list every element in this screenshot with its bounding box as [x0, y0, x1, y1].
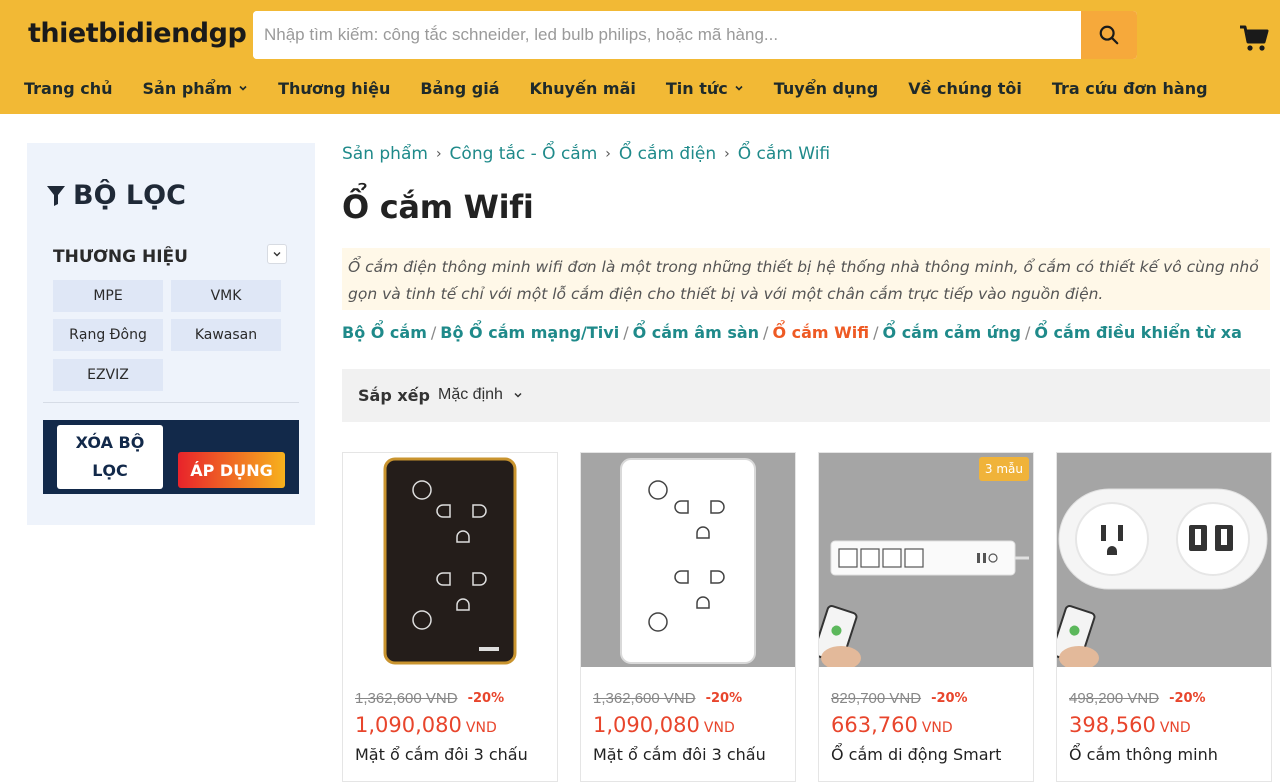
product-image[interactable] [343, 453, 557, 667]
search-icon [1099, 25, 1119, 45]
category-description: Ổ cắm điện thông minh wifi đơn là một tr… [342, 248, 1270, 310]
sort-bar: Sắp xếp Mặc định [342, 369, 1270, 422]
nav-item-about[interactable]: Về chúng tôi [908, 79, 1022, 98]
brand-chip-vmk[interactable]: VMK [171, 280, 281, 312]
price-row: 498,200 VND -20% [1069, 690, 1206, 707]
old-price: 1,362,600 VND [593, 690, 696, 707]
product-image[interactable] [1057, 453, 1271, 667]
product-name[interactable]: Mặt ổ cắm đôi 3 chấu [593, 745, 766, 764]
cart-icon [1240, 25, 1269, 51]
sub-category-link-active[interactable]: Ổ cắm Wifi [772, 323, 869, 342]
brand-filter-heading: THƯƠNG HIỆU [53, 247, 188, 267]
sub-category-link[interactable]: Ổ cắm điều khiển từ xa [1034, 323, 1242, 342]
chevron-down-icon [514, 392, 522, 398]
filter-sidebar: BỘ LỌC THƯƠNG HIỆU MPE VMK Rạng Đông Kaw… [27, 143, 315, 525]
divider [43, 402, 299, 403]
sub-category-link[interactable]: Ổ cắm âm sàn [633, 323, 759, 342]
nav-item-order-lookup[interactable]: Tra cứu đơn hàng [1052, 79, 1208, 98]
search-input[interactable] [253, 11, 1081, 59]
page-title: Ổ cắm Wifi [342, 188, 534, 226]
nav-item-price-list[interactable]: Bảng giá [420, 79, 499, 98]
brand-chip-mpe[interactable]: MPE [53, 280, 163, 312]
discount-badge: -20% [1169, 691, 1206, 706]
product-card[interactable]: 3 mẫu 829,700 VND -20% 663,760 VND Ổ cắm … [818, 452, 1034, 782]
site-logo[interactable]: thietbidiendgp [28, 18, 247, 49]
nav-item-home[interactable]: Trang chủ [24, 79, 113, 98]
product-name[interactable]: Ổ cắm di động Smart [831, 745, 1001, 764]
sale-price: 1,090,080 VND [593, 713, 735, 737]
product-card[interactable]: 1,362,600 VND -20% 1,090,080 VND Mặt ổ cắ… [580, 452, 796, 782]
nav-item-promotions[interactable]: Khuyến mãi [529, 79, 635, 98]
product-card[interactable]: 1,362,600 VND -20% 1,090,080 VND Mặt ổ cắ… [342, 452, 558, 782]
filter-title: BỘ LỌC [47, 180, 186, 211]
breadcrumb-separator: › [605, 146, 611, 162]
old-price: 829,700 VND [831, 690, 922, 707]
breadcrumb: Sản phẩm › Công tắc - Ổ cắm › Ổ cắm điện… [342, 144, 830, 164]
breadcrumb-separator: › [724, 146, 730, 162]
nav-item-products[interactable]: Sản phẩm [143, 79, 249, 98]
cart-button[interactable] [1238, 22, 1272, 56]
product-image[interactable] [581, 453, 795, 667]
product-card[interactable]: 498,200 VND -20% 398,560 VND Ổ cắm thông … [1056, 452, 1272, 782]
clear-filter-button[interactable]: XÓA BỘ LỌC [57, 425, 163, 489]
sub-category-link[interactable]: Ổ cắm cảm ứng [883, 323, 1021, 342]
chevron-down-icon [239, 85, 247, 91]
product-name[interactable]: Ổ cắm thông minh [1069, 745, 1218, 764]
brand-filter-toggle[interactable] [267, 244, 287, 264]
breadcrumb-item[interactable]: Sản phẩm [342, 144, 428, 164]
sub-category-link[interactable]: Bộ Ổ cắm mạng/Tivi [440, 323, 619, 342]
brand-chip-ezviz[interactable]: EZVIZ [53, 359, 163, 391]
sale-price: 398,560 VND [1069, 713, 1191, 737]
variant-badge: 3 mẫu [978, 457, 1029, 481]
breadcrumb-item[interactable]: Ổ cắm điện [619, 144, 716, 164]
search-bar [253, 11, 1137, 59]
price-row: 829,700 VND -20% [831, 690, 968, 707]
sort-label: Sắp xếp [358, 386, 430, 405]
discount-badge: -20% [931, 691, 968, 706]
breadcrumb-separator: › [435, 146, 442, 162]
sale-price: 1,090,080 VND [355, 713, 497, 737]
sale-price: 663,760 VND [831, 713, 953, 737]
filter-actions: XÓA BỘ LỌC ÁP DỤNG [43, 420, 299, 494]
product-name[interactable]: Mặt ổ cắm đôi 3 chấu [355, 745, 528, 764]
chevron-down-icon [273, 252, 281, 257]
apply-filter-button[interactable]: ÁP DỤNG [178, 452, 285, 488]
price-row: 1,362,600 VND -20% [593, 690, 742, 707]
main-nav: Trang chủ Sản phẩm Thương hiệu Bảng giá … [24, 76, 1238, 100]
breadcrumb-item-current[interactable]: Ổ cắm Wifi [738, 144, 830, 164]
discount-badge: -20% [467, 691, 505, 706]
nav-item-news[interactable]: Tin tức [666, 79, 744, 98]
sub-category-links: Bộ Ổ cắm / Bộ Ổ cắm mạng/Tivi / Ổ cắm âm sàn… [342, 323, 1242, 342]
nav-item-careers[interactable]: Tuyển dụng [774, 79, 878, 98]
old-price: 1,362,600 VND [355, 690, 458, 707]
brand-chip-kawasan[interactable]: Kawasan [171, 319, 281, 351]
search-button[interactable] [1081, 11, 1137, 59]
filter-icon [47, 185, 65, 206]
brand-chip-rang-dong[interactable]: Rạng Đông [53, 319, 163, 351]
site-header: thietbidiendgp Trang chủ Sản phẩm Thương… [0, 0, 1280, 114]
discount-badge: -20% [705, 691, 743, 706]
chevron-down-icon [735, 85, 743, 91]
product-image[interactable]: 3 mẫu [819, 453, 1033, 667]
old-price: 498,200 VND [1069, 690, 1160, 707]
nav-item-brands[interactable]: Thương hiệu [278, 79, 390, 98]
breadcrumb-item[interactable]: Công tắc - Ổ cắm [450, 144, 598, 164]
sort-dropdown[interactable]: Mặc định [438, 386, 523, 404]
price-row: 1,362,600 VND -20% [355, 690, 504, 707]
sub-category-link[interactable]: Bộ Ổ cắm [342, 323, 427, 342]
